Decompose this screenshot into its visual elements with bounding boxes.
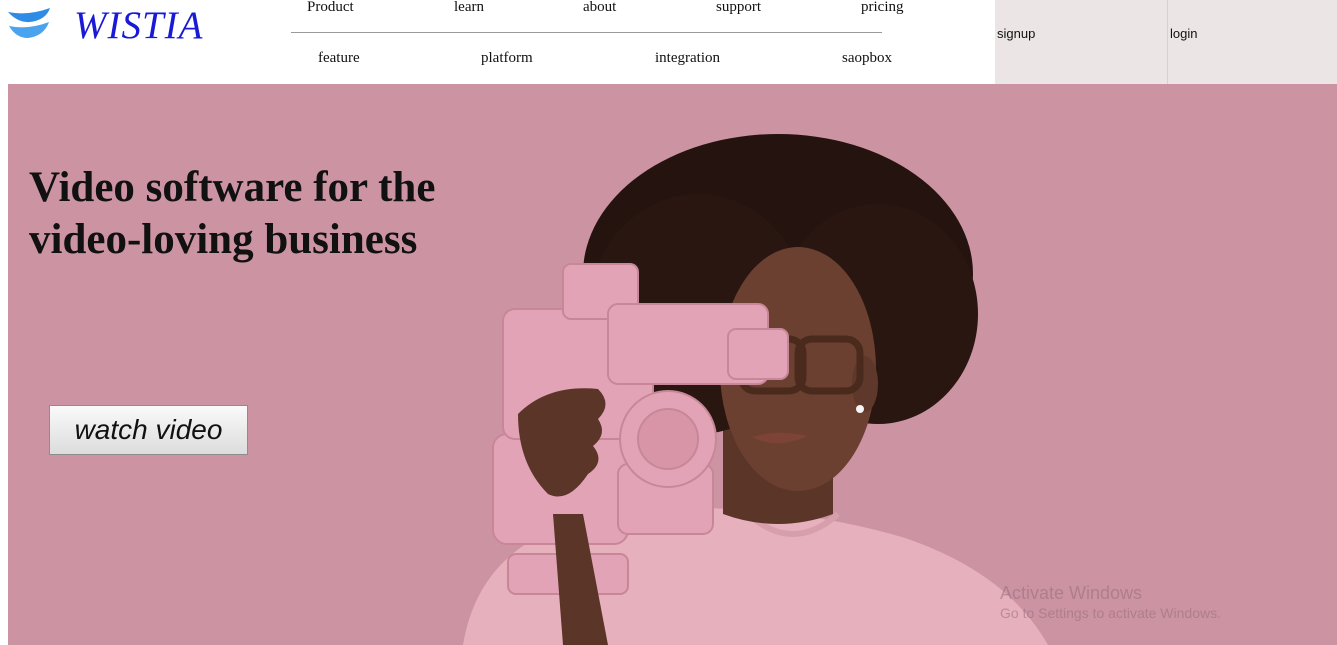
auth-panel: signup login [995, 0, 1337, 84]
auth-divider [1167, 0, 1168, 84]
nav-link-saopbox[interactable]: saopbox [842, 50, 892, 67]
hero-headline: Video software for the video-loving busi… [29, 164, 436, 263]
nav-link-feature[interactable]: feature [318, 50, 360, 67]
site-header: WISTIA Product learn about support prici… [0, 0, 1337, 84]
nav-link-platform[interactable]: platform [481, 50, 533, 67]
brand-logo[interactable]: WISTIA [6, 6, 206, 46]
nav-link-support[interactable]: support [716, 0, 761, 16]
wistia-wave-icon [6, 6, 54, 47]
nav-link-pricing[interactable]: pricing [861, 0, 904, 16]
watermark-subtitle: Go to Settings to activate Windows. [1000, 605, 1221, 621]
watermark-title: Activate Windows [1000, 583, 1143, 603]
signup-link[interactable]: signup [997, 26, 1035, 41]
nav-link-integration[interactable]: integration [655, 50, 720, 67]
nav-divider [291, 32, 882, 33]
windows-activation-watermark: Activate Windows Go to Settings to activ… [1000, 582, 1221, 622]
watch-video-button[interactable]: watch video [49, 405, 248, 455]
nav-link-product[interactable]: Product [307, 0, 354, 16]
login-link[interactable]: login [1170, 26, 1197, 41]
page: WISTIA Product learn about support prici… [0, 0, 1337, 645]
hero-section: Video software for the video-loving busi… [8, 84, 1337, 645]
nav-link-about[interactable]: about [583, 0, 616, 16]
nav-link-learn[interactable]: learn [454, 0, 484, 16]
brand-name: WISTIA [74, 4, 204, 47]
